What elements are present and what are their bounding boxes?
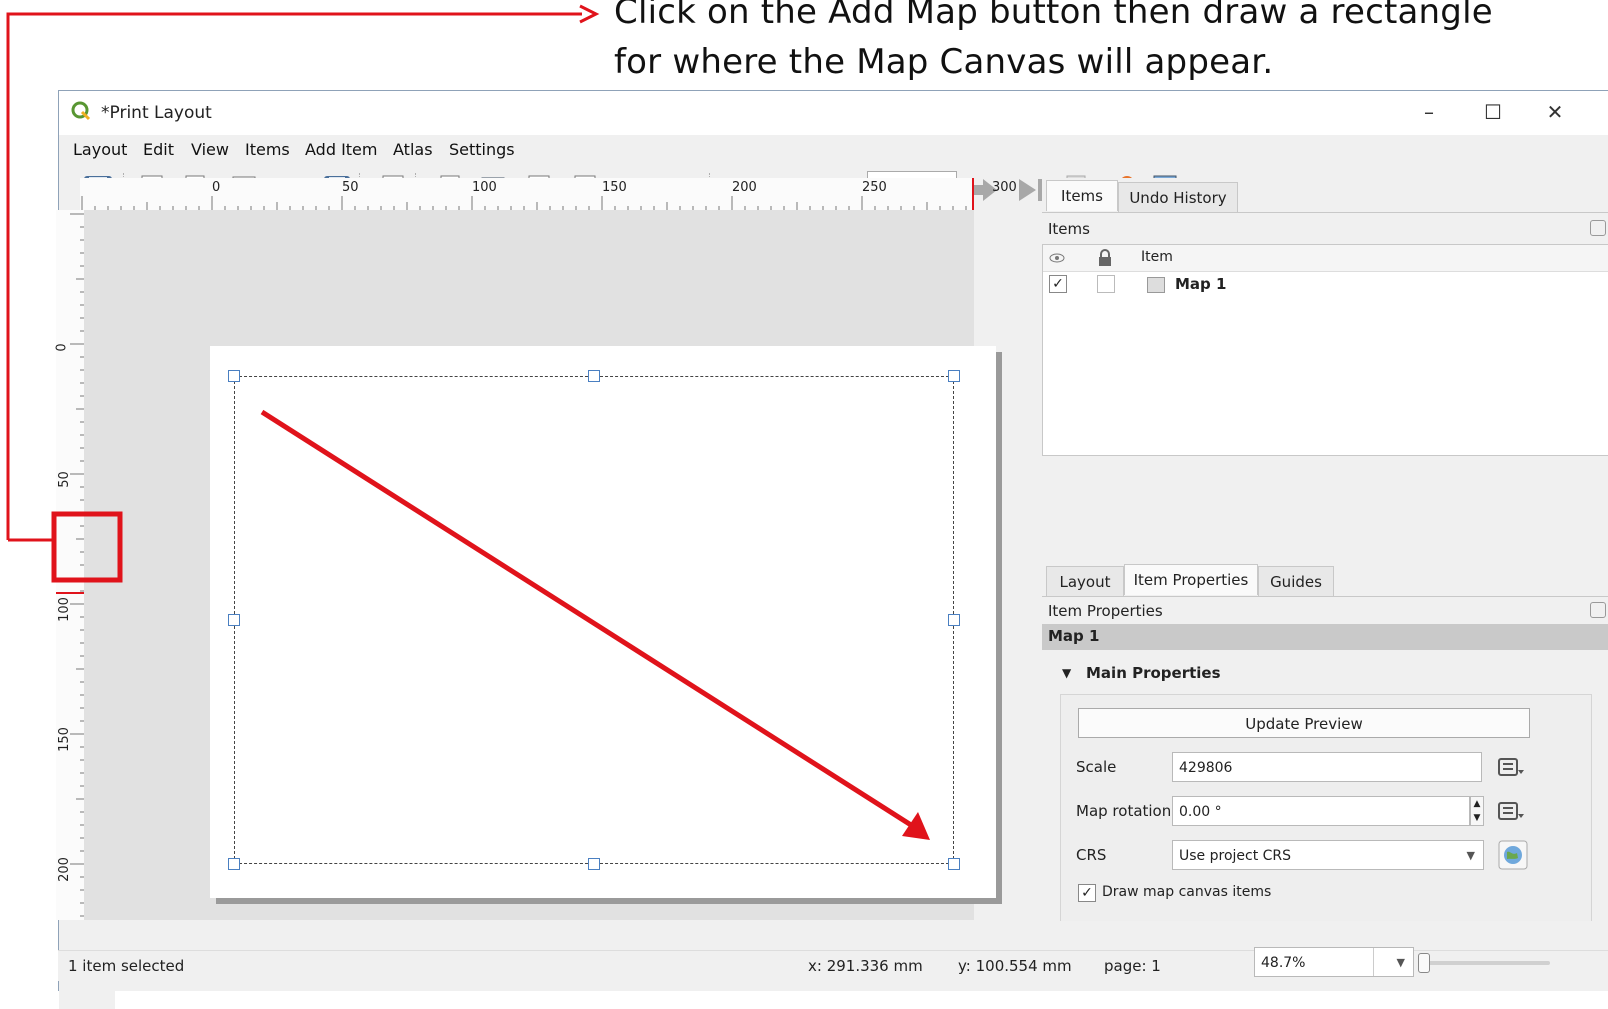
layout-page[interactable] [210,346,996,898]
ruler-tick-label: 50 [342,180,359,195]
scale-input[interactable]: 429806 [1172,752,1482,782]
eye-icon [1049,253,1065,263]
status-bar: 1 item selected x: 291.336 mm y: 100.554… [58,947,1608,981]
crs-select[interactable]: Use project CRS ▼ [1172,840,1484,870]
ruler-tick-label: 200 [732,180,757,195]
item-header-bar: Map 1 [1042,624,1608,650]
cursor-x-readout: x: 291.336 mm [808,957,923,975]
float-panel-icon[interactable] [1590,602,1606,618]
annotation-line-2: for where the Map Canvas will appear. [614,42,1274,82]
menu-add-item[interactable]: Add Item [305,140,377,159]
right-dock: Items Undo History Items Item ✓ Map 1 La… [1042,178,1608,921]
selection-status: 1 item selected [68,957,185,975]
minimize-button[interactable]: – [1409,97,1449,127]
tab-item-properties[interactable]: Item Properties [1124,564,1258,595]
selected-item-name: Map 1 [1048,627,1100,645]
tab-guides[interactable]: Guides [1258,566,1334,597]
resize-handle[interactable] [588,370,600,382]
ruler-tick-label: 0 [54,343,70,352]
resize-handle[interactable] [228,614,240,626]
menu-atlas[interactable]: Atlas [393,140,433,159]
section-main-properties[interactable]: Main Properties [1086,664,1221,682]
divider [1042,212,1608,213]
collapse-triangle-icon[interactable]: ▼ [1062,666,1071,680]
tab-undo-history[interactable]: Undo History [1118,182,1238,213]
menu-edit[interactable]: Edit [143,140,174,159]
ruler-tick-label: 50 [56,471,72,488]
menu-bar: Layout Edit View Items Add Item Atlas Se… [59,135,1608,165]
resize-handle[interactable] [228,858,240,870]
zoom-combo[interactable]: 48.7% ▼ [1254,947,1414,977]
divider [1042,596,1608,597]
maximize-button[interactable]: ☐ [1473,97,1513,127]
draw-canvas-items-label: Draw map canvas items [1102,884,1272,900]
globe-crs-icon[interactable] [1498,840,1528,870]
crs-select-value: Use project CRS [1179,848,1292,864]
update-preview-button[interactable]: Update Preview [1078,708,1530,738]
map-rotation-input[interactable]: 0.00 ° [1172,796,1470,826]
annotation-line-1: Click on the Add Map button then draw a … [614,0,1493,32]
ruler-tick-label: 100 [56,597,72,622]
page-readout: page: 1 [1104,957,1161,975]
data-defined-override-icon[interactable] [1496,754,1526,780]
ruler-ticks [70,213,84,917]
ruler-tick-label: 300 [992,180,1017,195]
window-title: *Print Layout [101,103,212,123]
items-tree: Item ✓ Map 1 [1042,244,1608,456]
map-rotation-label: Map rotation [1076,802,1172,820]
ruler-tick-label: 250 [862,180,887,195]
data-defined-override-icon[interactable] [1496,798,1526,824]
item-name: Map 1 [1175,275,1227,293]
zoom-slider[interactable] [1420,961,1550,965]
table-row[interactable]: ✓ Map 1 [1043,273,1608,299]
chevron-down-icon: ▼ [1396,956,1405,969]
items-panel-header: Items [1048,220,1090,238]
ruler-cursor-marker [56,592,84,594]
menu-view[interactable]: View [191,140,229,159]
properties-panel-header: Item Properties [1048,602,1163,620]
close-button[interactable]: ✕ [1535,97,1575,127]
title-bar: *Print Layout – ☐ ✕ [59,91,1608,135]
lock-icon [1099,249,1111,266]
crs-label: CRS [1076,846,1107,864]
vertical-ruler: 0 50 100 150 200 [54,210,85,920]
properties-scroll-area: ▼ Main Properties Update Preview Scale 4… [1042,650,1608,921]
menu-items[interactable]: Items [245,140,290,159]
divider [1373,948,1374,976]
ruler-cursor-marker [972,178,974,210]
resize-handle[interactable] [948,614,960,626]
ruler-tick-label: 200 [56,857,72,882]
chevron-down-icon: ▼ [1466,849,1475,862]
cursor-y-readout: y: 100.554 mm [958,957,1072,975]
float-panel-icon[interactable] [1590,220,1606,236]
ruler-tick-label: 100 [472,180,497,195]
visibility-checkbox[interactable]: ✓ [1049,275,1067,293]
items-column-item: Item [1141,249,1173,265]
zoom-slider-handle[interactable] [1418,953,1430,973]
menu-layout[interactable]: Layout [73,140,127,159]
horizontal-ruler: 0 50 100 150 200 250 300 [80,178,1017,211]
menu-settings[interactable]: Settings [449,140,515,159]
scale-label: Scale [1076,758,1117,776]
resize-handle[interactable] [588,858,600,870]
tab-items[interactable]: Items [1046,180,1118,211]
resize-handle[interactable] [948,370,960,382]
zoom-value: 48.7% [1261,955,1306,971]
lock-checkbox[interactable] [1097,275,1115,293]
items-tree-header: Item [1043,245,1608,272]
qgis-logo-icon [71,101,91,121]
ruler-tick-label: 150 [602,180,627,195]
tab-layout[interactable]: Layout [1046,566,1124,597]
resize-handle[interactable] [228,370,240,382]
map-item-icon [1147,277,1165,293]
draw-canvas-items-checkbox[interactable]: ✓ [1078,884,1096,902]
ruler-tick-label: 0 [212,180,221,195]
ruler-tick-label: 150 [56,727,72,752]
callout-arrowhead [579,4,600,24]
rotation-spinner[interactable]: ▲ ▼ [1470,796,1484,826]
map-item-frame[interactable] [234,376,954,864]
resize-handle[interactable] [948,858,960,870]
